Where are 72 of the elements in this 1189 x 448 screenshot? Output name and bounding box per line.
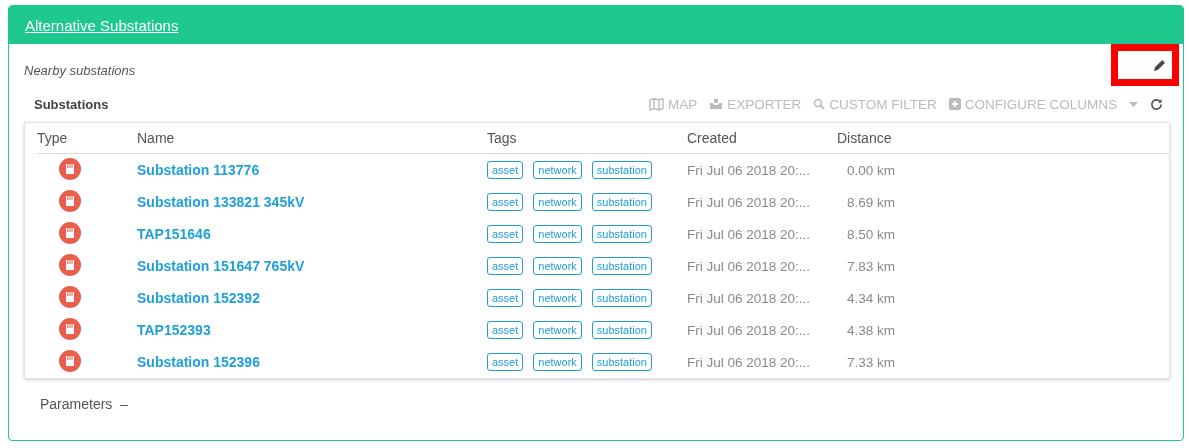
table-cell-text: 4.34 km [846, 290, 897, 306]
tag-label[interactable]: asset [487, 257, 524, 275]
tag-label[interactable]: substation [591, 257, 652, 275]
tag-label[interactable]: substation [591, 161, 652, 179]
tag-label[interactable]: network [533, 353, 582, 371]
substation-link[interactable]: TAP152393 [137, 322, 211, 338]
table-cell-text: 0.00 km [846, 162, 897, 178]
table-cell-text: Fri Jul 06 2018 20:... [687, 162, 812, 178]
substation-icon [59, 253, 81, 276]
substation-icon [59, 349, 81, 372]
configure-columns-button[interactable]: CONFIGURE COLUMNS [948, 96, 1138, 112]
column-header: Distance [837, 130, 893, 146]
panel-subtitle: Nearby substations [24, 62, 136, 78]
tag-label[interactable]: substation [591, 321, 652, 339]
map-button[interactable]: MAP [648, 96, 698, 112]
substation-icon [59, 285, 81, 308]
map-icon [648, 97, 664, 111]
substation-link[interactable]: Substation 152396 [137, 354, 260, 370]
tag-label[interactable]: network [533, 289, 582, 307]
tag-label[interactable]: substation [591, 289, 652, 307]
tag-label[interactable]: asset [487, 161, 524, 179]
column-header: Type [37, 130, 69, 146]
column-header: Tags [487, 130, 518, 146]
collapse-toggle[interactable]: – [120, 396, 129, 412]
substation-icon [59, 317, 81, 340]
table-cell-text: 7.83 km [846, 258, 897, 274]
column-header: Created [687, 130, 738, 146]
table-cell-text: Fri Jul 06 2018 20:... [687, 322, 812, 338]
custom-filter-button[interactable]: CUSTOM FILTER [813, 96, 937, 112]
tag-label[interactable]: network [533, 161, 582, 179]
parameters-label: Parameters [40, 396, 113, 412]
panel-title-link[interactable]: Alternative Substations [25, 16, 179, 34]
tag-label[interactable]: network [533, 257, 582, 275]
table-cell-text: 8.69 km [846, 194, 897, 210]
refresh-button[interactable] [1150, 97, 1163, 111]
table-cell-text: 8.50 km [846, 226, 897, 242]
table-cell-text: Fri Jul 06 2018 20:... [687, 194, 812, 210]
export-button[interactable]: EXPORTER [709, 96, 802, 112]
caret-icon [1129, 101, 1138, 107]
substation-link[interactable]: Substation 133821 345kV [137, 194, 305, 210]
search-icon [813, 98, 826, 110]
tag-label[interactable]: asset [487, 193, 524, 211]
tray-icon [709, 98, 724, 110]
refresh-icon [1150, 97, 1163, 111]
table-cell-text: Fri Jul 06 2018 20:... [687, 354, 812, 370]
tag-label[interactable]: asset [487, 353, 524, 371]
substation-link[interactable]: TAP151646 [137, 226, 211, 242]
substation-icon [59, 157, 81, 180]
substation-link[interactable]: Substation 113776 [137, 162, 260, 178]
tag-label[interactable]: substation [591, 225, 652, 243]
tag-label[interactable]: network [533, 225, 582, 243]
tag-label[interactable]: network [533, 193, 582, 211]
substation-link[interactable]: Substation 151647 765kV [137, 258, 305, 274]
substation-icon [59, 189, 81, 212]
pencil-icon [1153, 58, 1166, 72]
tag-label[interactable]: asset [487, 225, 524, 243]
plus-square-icon [948, 98, 961, 110]
section-title: Substations [34, 96, 109, 112]
tag-label[interactable]: substation [591, 353, 652, 371]
edit-button[interactable] [1111, 44, 1179, 86]
table-cell-text: Fri Jul 06 2018 20:... [687, 290, 812, 306]
tag-label[interactable]: substation [591, 193, 652, 211]
table-cell-text: 4.38 km [846, 322, 897, 338]
substation-link[interactable]: Substation 152392 [137, 290, 260, 306]
tag-label[interactable]: asset [487, 321, 524, 339]
tag-label[interactable]: network [533, 321, 582, 339]
tag-label[interactable]: asset [487, 289, 524, 307]
column-header: Name [137, 130, 176, 146]
substation-icon [59, 221, 81, 244]
table-cell-text: 7.33 km [846, 354, 897, 370]
table-cell-text: Fri Jul 06 2018 20:... [687, 258, 812, 274]
table-cell-text: Fri Jul 06 2018 20:... [687, 226, 812, 242]
